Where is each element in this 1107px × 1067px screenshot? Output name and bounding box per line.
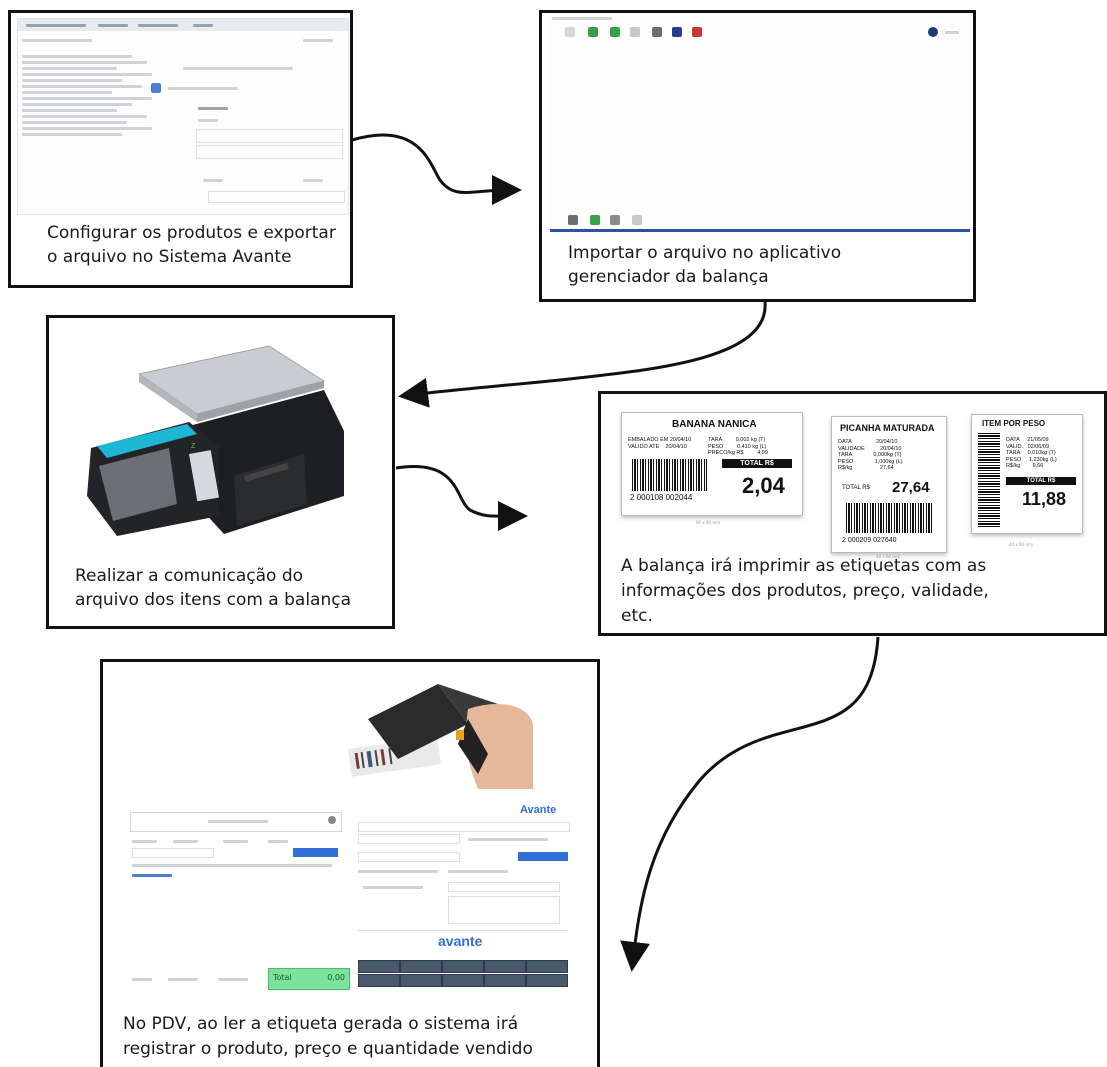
label-barcode (978, 433, 1000, 527)
label-size: 40 x 60 mm (1009, 542, 1034, 547)
pdv-total-value: 0,00 (327, 973, 345, 982)
toolbar-icon (652, 27, 662, 37)
label-total-value: 2,04 (742, 473, 785, 498)
footer-icon (590, 215, 600, 225)
label-title: BANANA NANICA (672, 419, 757, 430)
label-total-value: 27,64 (892, 479, 930, 496)
step-3-caption-line1: Realizar a comunicação do (75, 566, 304, 586)
pdv-function-button[interactable] (400, 960, 442, 973)
label-total-label: TOTAL R$ (722, 459, 792, 468)
label-banana-nanica: BANANA NANICA EMBALADO EM 20/04/10 VALID… (621, 412, 803, 516)
step-4-caption-line3: etc. (621, 606, 653, 626)
label-info: DATA 21/05/09 VALID. 02/06/09 TARA 0,010… (1006, 437, 1057, 469)
footer-icon (632, 215, 642, 225)
label-right-info: TARA 0,002 kg (T) PESO 0,410 kg (L) PREC… (708, 437, 768, 456)
arrow-4-to-5 (620, 636, 880, 972)
pdv-function-button[interactable] (526, 974, 568, 987)
pdv-function-button[interactable] (400, 974, 442, 987)
arrow-1-to-2 (351, 133, 522, 206)
label-size: 60 x 40 mm (696, 520, 721, 525)
scale-illustration: Z (87, 345, 344, 536)
toolbar-icon (692, 27, 702, 37)
label-total-value: 11,88 (1022, 489, 1067, 509)
pdv-brand-bottom: avante (438, 933, 483, 949)
label-title: ITEM POR PESO (982, 419, 1046, 428)
arrow-2-to-3 (398, 301, 767, 408)
step-2-caption-line1: Importar o arquivo no aplicativo (568, 243, 842, 263)
pdv-brand-top: Avante (520, 804, 557, 816)
pdv-function-button[interactable] (526, 960, 568, 973)
step-5-caption-line2: registrar o produto, preço e quantidade … (123, 1039, 533, 1059)
step-3-box: Z Realizar a comunicação do arquivo dos … (46, 315, 395, 629)
label-item-por-peso: ITEM POR PESO DATA 21/05/09 VALID. 02/06… (971, 414, 1083, 534)
footer-icon (568, 215, 578, 225)
step-1-caption-line1: Configurar os produtos e exportar (47, 223, 336, 243)
label-barcode-number: 2 000108 002044 (630, 493, 693, 502)
scale-manager-screenshot (550, 15, 970, 235)
toolbar-icon (928, 27, 938, 37)
toolbar-icon (630, 27, 640, 37)
label-left-info: EMBALADO EM 20/04/10 VALIDO ATE 20/04/10 (628, 437, 692, 450)
pdv-function-button[interactable] (358, 974, 400, 987)
pdv-function-button[interactable] (442, 960, 484, 973)
step-1-box: Configurar os produtos e exportar o arqu… (8, 10, 353, 288)
step-3-caption-line2: arquivo dos itens com a balança (75, 590, 352, 610)
pdv-function-button[interactable] (484, 974, 526, 987)
step-5-box: Avante avante Total 0,00 No PDV, ao ler … (100, 659, 600, 1067)
label-total-label: TOTAL R$ (842, 485, 870, 491)
label-picanha-maturada: PICANHA MATURADA DATA 20/04/10 VALIDADE … (831, 416, 947, 553)
label-title: PICANHA MATURADA (840, 423, 935, 433)
toolbar-icon (672, 27, 682, 37)
step-5-caption-line1: No PDV, ao ler a etiqueta gerada o siste… (123, 1014, 519, 1034)
step-4-caption-line1: A balança irá imprimir as etiquetas com … (621, 556, 987, 576)
pdv-total-label: Total (273, 973, 292, 982)
pdv-total-box: Total 0,00 (268, 968, 350, 990)
pdv-screenshot: Avante avante Total 0,00 (128, 800, 580, 1000)
pdv-function-button[interactable] (358, 960, 400, 973)
label-info: DATA 20/04/10 VALIDADE 20/04/10 TARA 0,0… (838, 439, 903, 471)
step-4-caption-line2: informações dos produtos, preço, validad… (621, 581, 989, 601)
step-2-box: Importar o arquivo no aplicativo gerenci… (539, 10, 976, 302)
label-barcode-number: 2 000209 027640 (842, 537, 897, 544)
label-barcode (846, 503, 932, 533)
pdv-function-button[interactable] (484, 960, 526, 973)
toolbar-icon (610, 27, 620, 37)
label-barcode (632, 459, 707, 491)
arrow-3-to-4 (395, 465, 528, 532)
label-total-label: TOTAL R$ (1006, 477, 1076, 485)
toolbar-icon (588, 27, 598, 37)
pdv-function-button[interactable] (442, 974, 484, 987)
step-1-caption-line2: o arquivo no Sistema Avante (47, 247, 292, 267)
step-2-caption-line2: gerenciador da balança (568, 267, 769, 287)
footer-icon (610, 215, 620, 225)
step-4-box: BANANA NANICA EMBALADO EM 20/04/10 VALID… (598, 391, 1107, 636)
svg-text:Z: Z (191, 443, 196, 450)
avante-system-screenshot (17, 18, 349, 215)
toolbar-icon (565, 27, 575, 37)
barcode-scanner-illustration (348, 684, 533, 789)
